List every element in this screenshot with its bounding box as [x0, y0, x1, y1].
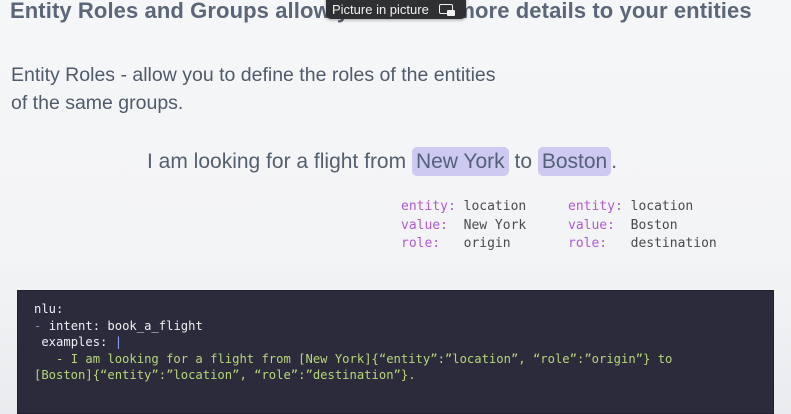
entity-highlight-origin: New York — [411, 147, 509, 176]
sentence-middle: to — [508, 150, 538, 173]
picture-in-picture-button[interactable]: Picture in picture — [326, 0, 466, 19]
description-line-2: of the same groups. — [11, 92, 184, 114]
example-sentence: I am looking for a flight from New York … — [147, 147, 618, 176]
sentence-suffix: . — [611, 150, 618, 173]
annotation-value: destination — [630, 236, 717, 251]
code-nlu-key: nlu: — [34, 302, 64, 316]
code-example-line-2: [Boston]{“entity”:”location”, “role”:”de… — [34, 368, 416, 382]
annotation-value: location — [463, 199, 527, 214]
code-pipe: | — [114, 335, 123, 349]
annotation-key: value: — [401, 217, 448, 233]
entity-highlight-destination: Boston — [537, 147, 612, 176]
pip-label: Picture in picture — [332, 2, 429, 17]
annotation-value: location — [630, 199, 694, 214]
annotation-key: entity: — [401, 199, 456, 214]
code-intent-value: book_a_flight — [107, 318, 203, 333]
annotation-key: role: — [401, 236, 441, 251]
code-examples-key: examples: — [41, 335, 108, 349]
annotation-key: role: — [568, 236, 608, 251]
annotation-value: origin — [463, 236, 511, 251]
annotation-key: value: — [568, 217, 615, 233]
entity-annotation-destination: entity: location value: Boston role: des… — [568, 198, 717, 254]
picture-in-picture-icon — [438, 3, 455, 16]
description: Entity Roles - allow you to define the r… — [11, 61, 591, 117]
annotation-value: New York — [463, 217, 527, 233]
code-intent-key: intent: — [48, 318, 101, 333]
entity-annotation-origin: entity: location value: New York role: o… — [401, 198, 526, 254]
slide: Entity Roles and Groups allow you to add… — [0, 0, 791, 414]
code-dash: - — [34, 318, 49, 333]
annotation-value: Boston — [630, 217, 678, 233]
sentence-prefix: I am looking for a flight from — [147, 150, 412, 173]
description-line-1: Entity Roles - allow you to define the r… — [11, 64, 496, 86]
annotation-key: entity: — [568, 199, 623, 214]
code-block: nlu: - intent: book_a_flight examples: |… — [17, 290, 774, 414]
code-example-line-1: - I am looking for a flight from [New Yo… — [56, 351, 673, 366]
